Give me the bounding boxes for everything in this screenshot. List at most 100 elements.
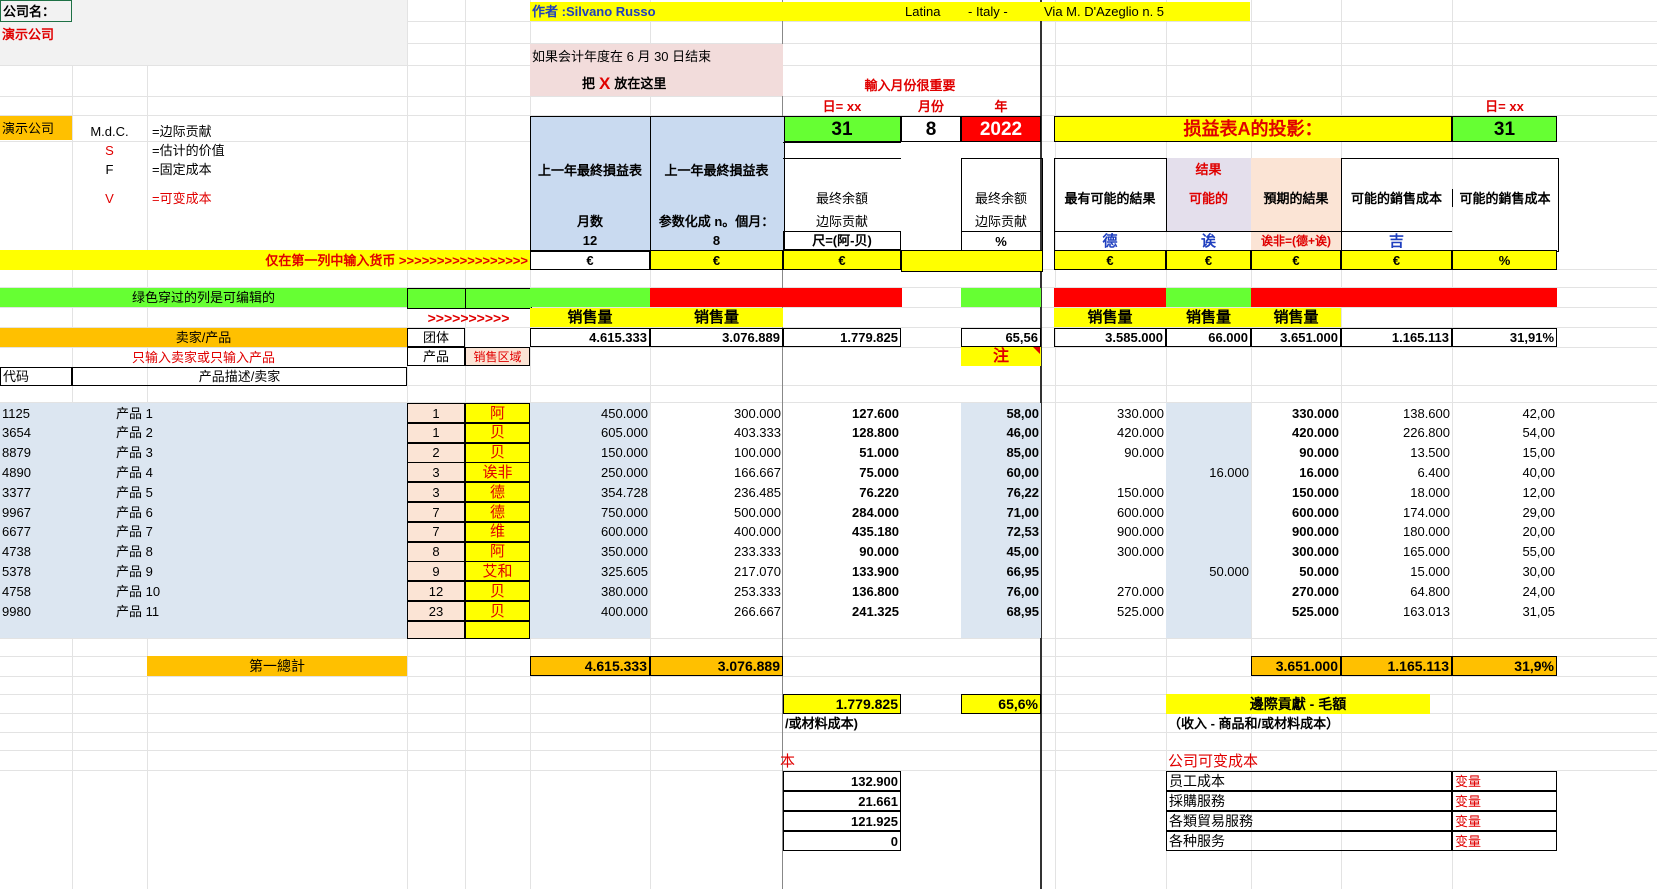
cost-pct[interactable]: 54,00 — [1452, 423, 1557, 443]
possible-cost[interactable]: 163.013 — [1341, 601, 1452, 621]
group-number[interactable]: 12 — [407, 581, 465, 602]
group-number[interactable]: 1 — [407, 403, 465, 423]
margin-value[interactable]: 133.900 — [783, 561, 901, 581]
sales-area[interactable]: 阿 — [465, 541, 530, 562]
author-cell[interactable]: 作者 :Silvano Russo — [530, 2, 783, 21]
product-name[interactable]: 产品 10 — [72, 581, 192, 601]
country-cell[interactable]: - Italy - — [966, 2, 1036, 21]
best-result[interactable]: 600.000 — [1054, 502, 1166, 522]
expected-result[interactable]: 300.000 — [1251, 542, 1341, 562]
prev-year-value[interactable]: 450.000 — [530, 403, 650, 423]
cost-pct[interactable]: 31,05 — [1452, 601, 1557, 621]
param-value[interactable]: 300.000 — [650, 403, 783, 423]
product-name[interactable]: 产品 8 — [72, 542, 192, 562]
product-code[interactable]: 1125 — [0, 403, 72, 423]
group-number[interactable]: 3 — [407, 482, 465, 503]
possible-result[interactable] — [1166, 403, 1251, 423]
possible-cost[interactable]: 13.500 — [1341, 443, 1452, 463]
margin-value[interactable]: 435.180 — [783, 522, 901, 542]
variable-tag[interactable]: 变量 — [1452, 791, 1557, 811]
product-code[interactable]: 4758 — [0, 581, 72, 601]
product-name[interactable]: 产品 3 — [72, 443, 192, 463]
expected-result[interactable]: 330.000 — [1251, 403, 1341, 423]
product-code[interactable]: 3377 — [0, 482, 72, 502]
expected-result[interactable]: 16.000 — [1251, 462, 1341, 482]
possible-cost[interactable]: 64.800 — [1341, 581, 1452, 601]
sales-area[interactable]: 诶非 — [465, 462, 530, 483]
expected-result[interactable]: 525.000 — [1251, 601, 1341, 621]
product-code[interactable]: 9980 — [0, 601, 72, 621]
cost-pct[interactable]: 40,00 — [1452, 462, 1557, 482]
day-value-right[interactable]: 31 — [1452, 116, 1557, 142]
sales-area[interactable]: 德 — [465, 482, 530, 503]
months-value[interactable]: 12 — [530, 231, 650, 249]
cost-pct[interactable]: 55,00 — [1452, 542, 1557, 562]
sales-area[interactable]: 维 — [465, 521, 530, 542]
variable-tag[interactable]: 变量 — [1452, 811, 1557, 831]
product-name[interactable]: 产品 2 — [72, 423, 192, 443]
cost-pct[interactable]: 20,00 — [1452, 522, 1557, 542]
group-number[interactable]: 7 — [407, 521, 465, 542]
sales-area[interactable]: 艾和 — [465, 561, 530, 582]
product-code[interactable]: 9967 — [0, 502, 72, 522]
variable-cost-label[interactable]: 採購服務 — [1166, 791, 1452, 811]
cost-pct[interactable]: 15,00 — [1452, 443, 1557, 463]
product-code[interactable]: 4890 — [0, 462, 72, 482]
possible-cost[interactable]: 15.000 — [1341, 561, 1452, 581]
prev-year-value[interactable]: 600.000 — [530, 522, 650, 542]
possible-result[interactable] — [1166, 482, 1251, 502]
company-name[interactable]: 演示公司 — [0, 24, 120, 44]
param-value[interactable]: 100.000 — [650, 443, 783, 463]
prev-year-value[interactable]: 380.000 — [530, 581, 650, 601]
margin-pct[interactable]: 60,00 — [961, 462, 1041, 482]
margin-pct[interactable]: 85,00 — [961, 443, 1041, 463]
possible-result[interactable]: 16.000 — [1166, 462, 1251, 482]
possible-result[interactable] — [1166, 581, 1251, 601]
param-value[interactable]: 217.070 — [650, 561, 783, 581]
possible-result[interactable] — [1166, 423, 1251, 443]
group-number[interactable]: 7 — [407, 502, 465, 522]
sales-area[interactable]: 贝 — [465, 581, 530, 602]
legend-company[interactable]: 演示公司 — [0, 116, 72, 140]
margin-value[interactable]: 76.220 — [783, 482, 901, 502]
best-result[interactable]: 270.000 — [1054, 581, 1166, 601]
prev-year-value[interactable]: 354.728 — [530, 482, 650, 502]
possible-result[interactable] — [1166, 502, 1251, 522]
product-code[interactable]: 6677 — [0, 522, 72, 542]
prev-year-value[interactable]: 250.000 — [530, 462, 650, 482]
expected-result[interactable]: 420.000 — [1251, 423, 1341, 443]
product-name[interactable]: 产品 4 — [72, 462, 192, 482]
margin-value[interactable]: 75.000 — [783, 462, 901, 482]
param-value[interactable]: 500.000 — [650, 502, 783, 522]
address-cell[interactable]: Via M. D'Azeglio n. 5 — [1042, 2, 1242, 21]
possible-result[interactable] — [1166, 522, 1251, 542]
best-result[interactable]: 300.000 — [1054, 542, 1166, 562]
margin-pct[interactable]: 46,00 — [961, 423, 1041, 443]
prev-year-value[interactable]: 750.000 — [530, 502, 650, 522]
possible-cost[interactable]: 6.400 — [1341, 462, 1452, 482]
margin-value[interactable]: 284.000 — [783, 502, 901, 522]
param-value[interactable]: 233.333 — [650, 542, 783, 562]
sales-area[interactable]: 贝 — [465, 601, 530, 621]
variable-tag[interactable]: 变量 — [1452, 831, 1557, 851]
empty-cell[interactable] — [465, 620, 530, 639]
best-result[interactable] — [1054, 462, 1166, 482]
variable-cost-label[interactable]: 各類貿易服務 — [1166, 811, 1452, 831]
param-value[interactable]: 403.333 — [650, 423, 783, 443]
margin-pct[interactable]: 72,53 — [961, 522, 1041, 542]
margin-pct[interactable]: 71,00 — [961, 502, 1041, 522]
expected-result[interactable]: 50.000 — [1251, 561, 1341, 581]
expected-result[interactable]: 150.000 — [1251, 482, 1341, 502]
margin-pct[interactable]: 68,95 — [961, 601, 1041, 621]
possible-cost[interactable]: 138.600 — [1341, 403, 1452, 423]
fiscal-note[interactable]: 如果会计年度在 6 月 30 日结束 — [530, 46, 783, 66]
cost-pct[interactable]: 30,00 — [1452, 561, 1557, 581]
param-value[interactable]: 8 — [650, 231, 783, 249]
prev-year-value[interactable]: 605.000 — [530, 423, 650, 443]
best-result[interactable]: 150.000 — [1054, 482, 1166, 502]
selected-cell-company-label[interactable]: 公司名： — [0, 0, 72, 22]
sales-area[interactable]: 贝 — [465, 442, 530, 463]
param-value[interactable]: 236.485 — [650, 482, 783, 502]
possible-cost[interactable]: 174.000 — [1341, 502, 1452, 522]
variable-tag[interactable]: 变量 — [1452, 771, 1557, 791]
